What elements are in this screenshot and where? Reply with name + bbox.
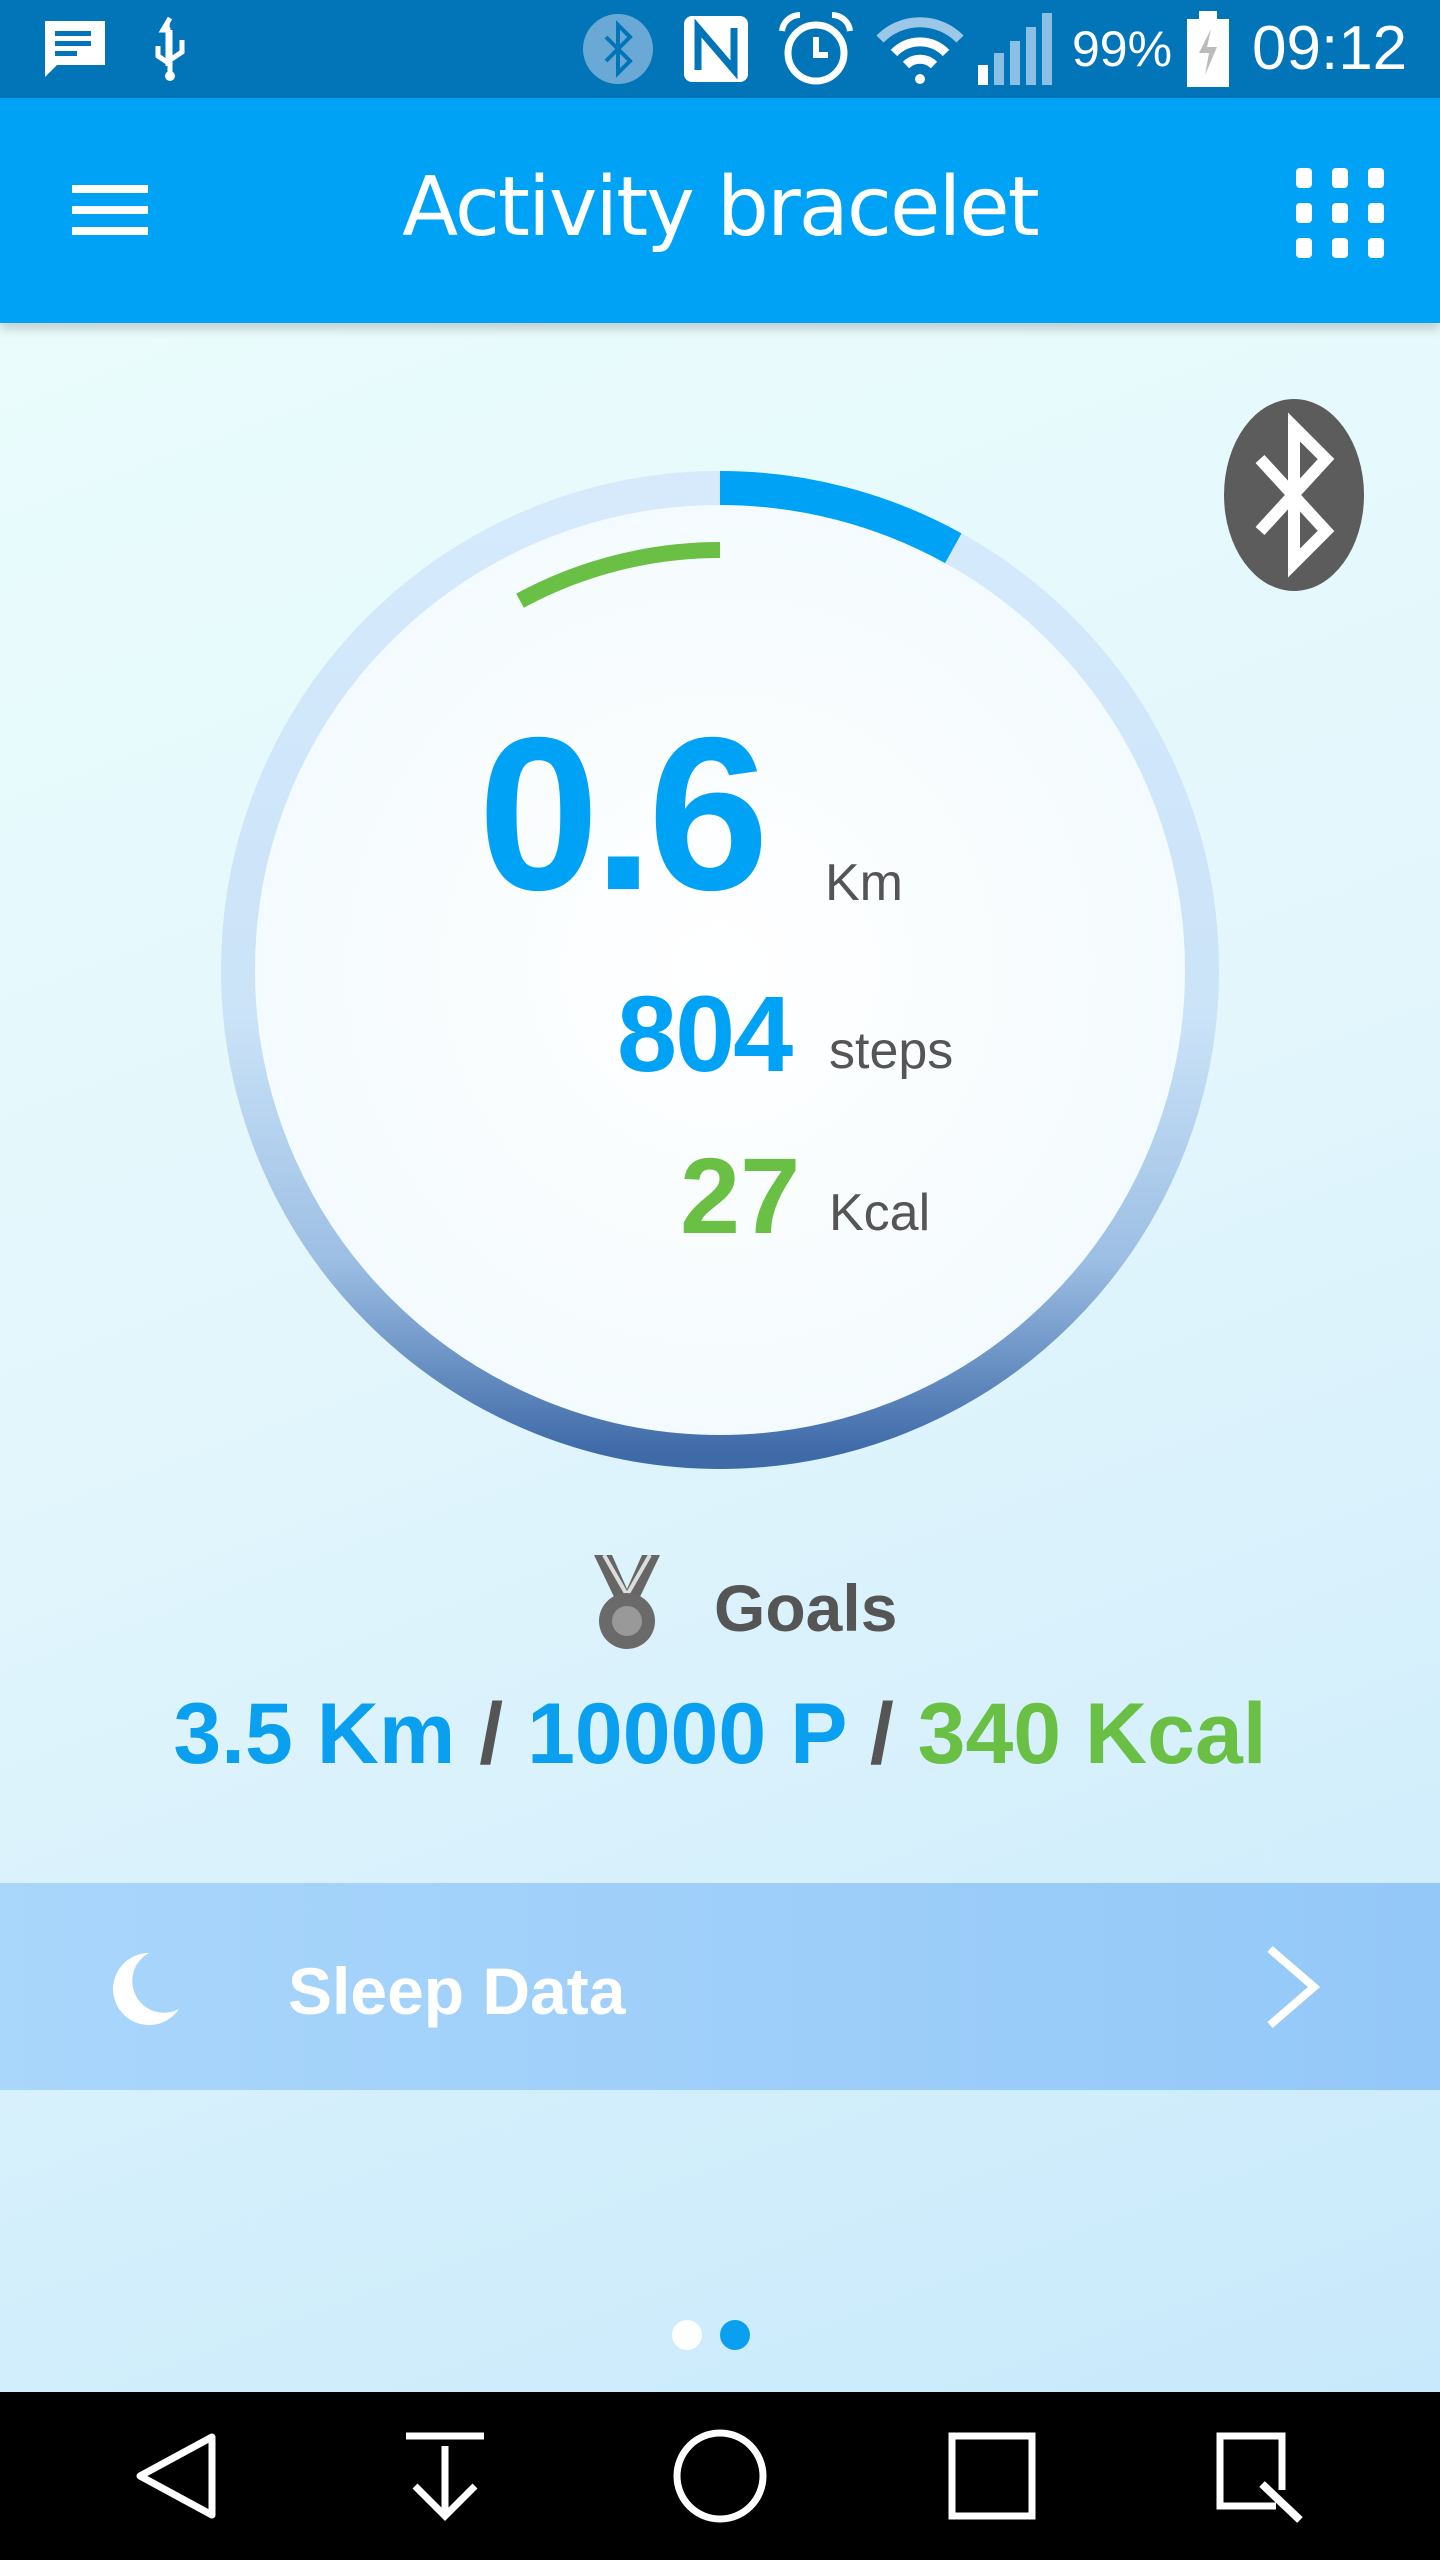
chevron-right-icon	[1262, 1945, 1322, 2029]
goal-distance: 3.5 Km	[173, 1686, 456, 1782]
nfc-icon	[680, 14, 752, 84]
battery-percent: 99%	[1072, 21, 1173, 77]
kcal-value: 27	[680, 1135, 801, 1256]
distance-unit: Km	[825, 854, 903, 912]
bluetooth-connect-button[interactable]	[1222, 397, 1366, 593]
bluetooth-icon	[580, 14, 656, 84]
sleep-data-label: Sleep Data	[288, 1954, 626, 2028]
activity-ring	[221, 471, 1219, 1469]
goal-separator: /	[869, 1686, 894, 1782]
goal-steps: 10000 P	[527, 1686, 846, 1782]
notifications-down-button[interactable]	[395, 2426, 495, 2526]
back-button[interactable]	[125, 2426, 225, 2526]
clock: 09:12	[1252, 14, 1408, 83]
dual-window-button[interactable]	[1210, 2426, 1310, 2526]
goal-kcal: 340 Kcal	[917, 1686, 1267, 1782]
goal-separator: /	[479, 1686, 504, 1782]
sleep-data-button[interactable]: Sleep Data	[0, 1883, 1440, 2090]
page-title: Activity bracelet	[402, 160, 1040, 255]
app-bar: Activity bracelet	[0, 98, 1440, 323]
distance-value: 0.6	[478, 693, 769, 936]
goals-summary: 3.5 Km / 10000 P / 340 Kcal	[0, 1685, 1440, 1784]
grid-apps-icon[interactable]	[1290, 163, 1390, 263]
page-indicator-dot-2[interactable]	[720, 2320, 750, 2350]
home-button[interactable]	[670, 2426, 770, 2526]
message-icon	[40, 14, 110, 84]
wifi-icon	[875, 14, 965, 84]
recents-button[interactable]	[942, 2426, 1042, 2526]
steps-value: 804	[617, 973, 793, 1094]
battery-charging-icon	[1183, 11, 1233, 87]
page-indicator-dot-1[interactable]	[672, 2320, 702, 2350]
kcal-unit: Kcal	[829, 1184, 931, 1242]
alarm-icon	[775, 11, 857, 85]
status-bar: 99% 09:12	[0, 0, 1440, 98]
signal-icon	[975, 13, 1057, 85]
system-nav-bar	[0, 2392, 1440, 2560]
usb-icon	[145, 14, 195, 84]
steps-unit: steps	[829, 1022, 954, 1080]
goals-title: Goals	[714, 1571, 898, 1645]
main-content: 0.6 Km 804 steps 27 Kcal Goals 3.5 Km / …	[0, 323, 1440, 2392]
medal-icon	[590, 1555, 664, 1651]
moon-icon	[105, 1951, 181, 2027]
